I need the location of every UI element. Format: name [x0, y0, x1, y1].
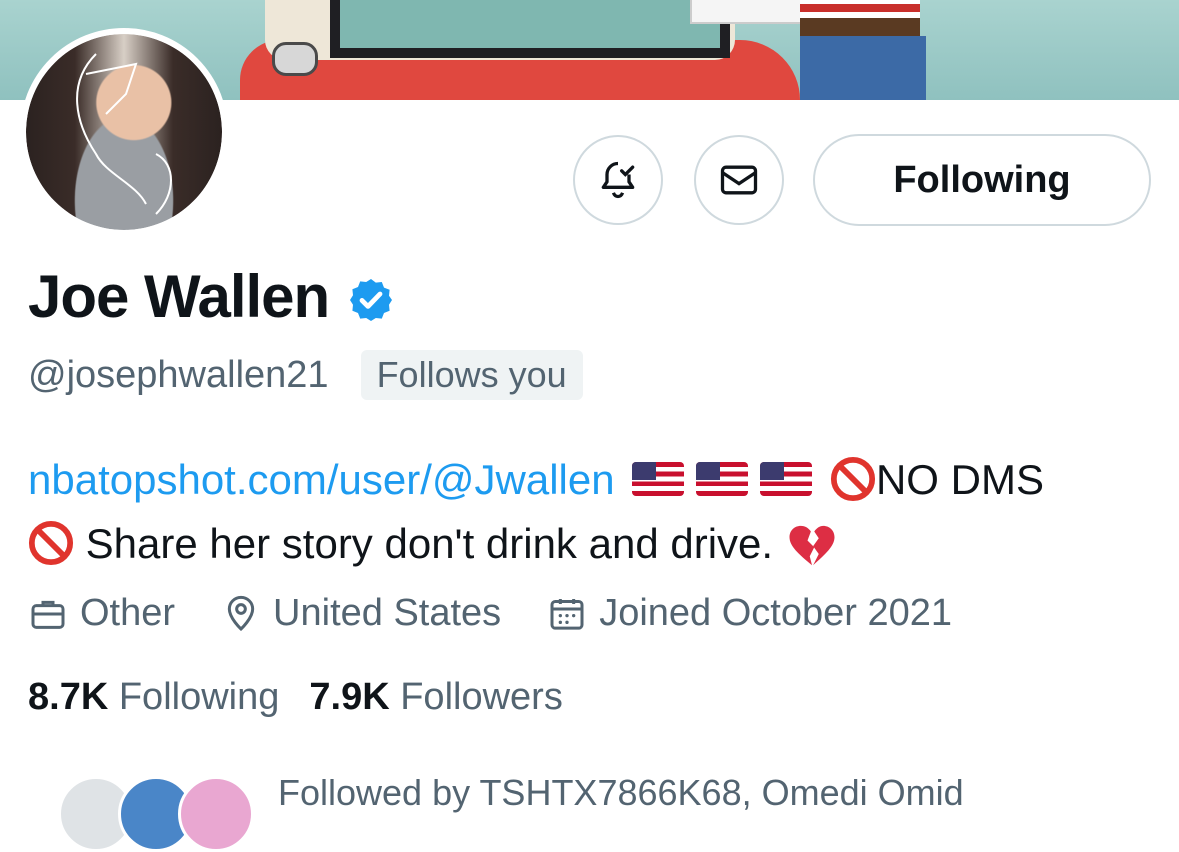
notifications-button[interactable] — [573, 135, 663, 225]
following-button[interactable]: Following — [813, 134, 1151, 226]
us-flag-icon — [632, 461, 685, 496]
profile-bio: nbatopshot.com/user/@Jwallen NO DMS Shar… — [28, 448, 1158, 576]
bio-link[interactable]: nbatopshot.com/user/@Jwallen — [28, 456, 615, 503]
meta-category-text: Other — [80, 592, 176, 634]
meta-joined: Joined October 2021 — [547, 592, 952, 635]
user-handle: @josephwallen21 — [28, 353, 329, 396]
banner-mirror — [272, 42, 318, 76]
prohibited-icon — [830, 456, 875, 501]
bio-line-1: nbatopshot.com/user/@Jwallen NO DMS — [28, 448, 1158, 512]
meta-category: Other — [28, 592, 175, 635]
following-stat[interactable]: 8.7K Following — [28, 676, 279, 719]
followers-stat[interactable]: 7.9K Followers — [309, 676, 562, 719]
bio-line-2: Share her story don't drink and drive. — [28, 512, 1158, 576]
follows-you-badge: Follows you — [360, 350, 583, 400]
followers-count: 7.9K — [309, 676, 390, 718]
briefcase-icon — [31, 600, 65, 629]
following-count: 8.7K — [28, 676, 109, 718]
profile-stats: 8.7K Following 7.9K Followers — [28, 676, 593, 719]
location-pin-icon — [227, 595, 255, 631]
name-row: Joe Wallen — [28, 262, 395, 331]
bell-check-icon — [601, 161, 635, 199]
followers-label: Followers — [400, 676, 563, 718]
bio-text: Share her story don't drink and drive. — [85, 520, 774, 567]
handle-row: @josephwallen21 Follows you — [28, 350, 583, 400]
banner-person-belt — [800, 18, 920, 36]
banner-person-jeans — [800, 36, 926, 100]
followed-by-text: Followed by TSHTX7866K68, Omedi Omid — [278, 772, 964, 813]
followed-by-avatars — [28, 768, 258, 852]
message-button[interactable] — [694, 135, 784, 225]
banner-person-shirt — [800, 0, 920, 20]
bio-no-dms: NO DMS — [875, 456, 1044, 503]
banner-windshield — [330, 0, 730, 58]
followed-by-row[interactable]: Followed by TSHTX7866K68, Omedi Omid — [28, 768, 964, 852]
meta-joined-text: Joined October 2021 — [599, 592, 952, 634]
following-label: Following — [118, 676, 280, 718]
display-name: Joe Wallen — [28, 263, 330, 330]
avatar — [178, 776, 254, 852]
us-flag-icon — [760, 461, 813, 496]
mail-icon — [720, 165, 758, 195]
avatar-sketch-overlay — [76, 53, 172, 215]
broken-heart-icon — [789, 525, 835, 566]
prohibited-icon — [28, 520, 74, 565]
meta-location: United States — [221, 592, 501, 635]
meta-location-text: United States — [273, 592, 502, 634]
verified-badge-icon[interactable] — [347, 276, 395, 324]
profile-avatar[interactable] — [20, 28, 228, 236]
profile-meta: Other United States Joined October 2021 — [28, 592, 998, 635]
us-flag-icon — [696, 461, 749, 496]
calendar-icon — [550, 598, 584, 630]
